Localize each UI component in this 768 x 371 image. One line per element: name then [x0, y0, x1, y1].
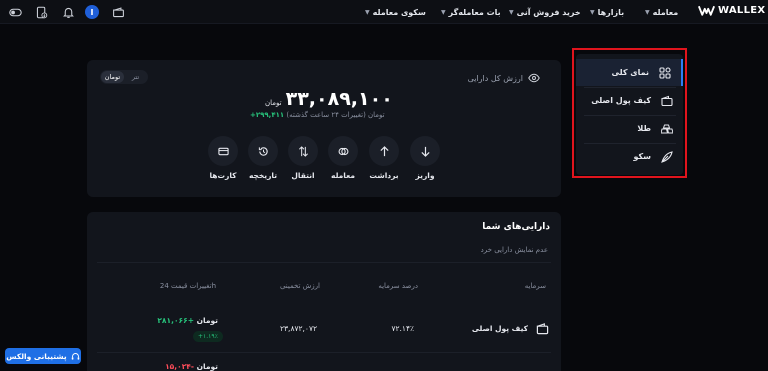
top-bar: I ▼ معامله ▼ بازارها ▼ خرید فروش آنی ▼ ب… — [0, 0, 768, 24]
side-item-label: سکو — [633, 152, 651, 161]
arrow-up-icon — [379, 145, 389, 156]
history-label: تاریخچه — [248, 171, 278, 180]
asset-name: کیف پول اصلی — [471, 324, 528, 333]
trade-icon — [338, 147, 348, 155]
arrow-down-icon — [420, 146, 430, 157]
theme-toggle-icon[interactable] — [8, 5, 22, 19]
side-item-overview[interactable]: نمای کلی — [576, 59, 683, 86]
side-item-label: طلا — [637, 124, 651, 133]
change-unit: تومان — [196, 362, 218, 371]
total-asset-header: ارزش کل دارایی — [468, 73, 540, 83]
nav-label: بازارها — [597, 7, 625, 17]
nav-instant-buy-sell[interactable]: ▼ خرید فروش آنی — [509, 0, 581, 24]
withdraw-label: برداشت — [369, 171, 399, 180]
history-button[interactable]: تاریخچه — [246, 136, 280, 180]
chevron-down-icon: ▼ — [590, 8, 595, 16]
chevron-down-icon: ▼ — [365, 8, 370, 16]
brand-name: WALLEX — [718, 5, 766, 16]
withdraw-button[interactable]: برداشت — [367, 136, 401, 180]
currency-option-toman[interactable]: تومان — [101, 71, 124, 83]
wallet-icon[interactable] — [111, 5, 125, 19]
support-button[interactable]: پشتیبانی والکس — [5, 348, 81, 364]
leaf-icon — [661, 150, 673, 163]
chevron-down-icon: ▼ — [645, 8, 650, 16]
card-icon — [217, 147, 229, 155]
nav-label: معامله — [652, 7, 679, 17]
wallex-logo-icon — [698, 5, 715, 16]
currency-option-tether[interactable]: تتر — [124, 71, 147, 83]
asset-change-partial: تومان -۱۵,۰۲۴ — [165, 362, 218, 371]
side-item-gold[interactable]: طلا — [576, 115, 683, 142]
notification-bell-icon[interactable] — [61, 5, 75, 19]
side-item-label: نمای کلی — [611, 68, 650, 77]
currency-toggle[interactable]: تومان تتر — [100, 70, 148, 84]
history-icon — [258, 146, 268, 156]
side-menu: نمای کلی کیف پول اصلی طلا سکو — [576, 54, 683, 175]
nav-trade[interactable]: ▼ معامله — [645, 0, 678, 24]
deposit-button[interactable]: واریز — [408, 136, 442, 180]
transfer-icon — [298, 145, 308, 157]
total-asset-label: ارزش کل دارایی — [467, 73, 523, 83]
eye-icon[interactable] — [528, 73, 540, 83]
wallet-icon — [536, 323, 549, 335]
deposit-label: واریز — [415, 171, 435, 180]
transfer-button[interactable]: انتقال — [286, 136, 320, 180]
column-header-asset: سرمایه — [524, 282, 546, 290]
user-avatar[interactable]: I — [85, 5, 99, 19]
total-balance: تومان ۳۳,۰۸۹,۱۰۰ — [265, 88, 393, 110]
headset-icon — [71, 352, 79, 360]
asset-estimated-value: ۲۳,۸۷۲,۰۷۲ — [280, 324, 317, 333]
nav-trading-platform[interactable]: ▼ سکوی معامله — [365, 0, 426, 24]
column-header-price-change: تغییرات قیمت 24h — [159, 282, 216, 290]
transfer-label: انتقال — [291, 171, 315, 180]
asset-change: تومان +۲۸۱,۰۶۶ — [157, 316, 218, 325]
chevron-down-icon: ▼ — [441, 8, 446, 16]
change-value: +۲۸۱,۰۶۶ — [157, 316, 194, 325]
gold-bars-icon — [661, 124, 673, 133]
wallex-logo[interactable]: WALLEX — [698, 4, 765, 17]
wallet-icon — [661, 95, 673, 106]
support-label: پشتیبانی والکس — [6, 351, 67, 361]
balance-unit: تومان — [265, 99, 282, 107]
change-value: -۱۵,۰۲۴ — [165, 362, 194, 371]
divider — [97, 352, 551, 353]
assets-title: دارایی‌های شما — [482, 222, 550, 232]
nav-label: خرید فروش آنی — [516, 7, 581, 17]
balance-change: +۲۹۹,۴۱۱ تومان (تغییرات ۲۴ ساعت گذشته) — [250, 111, 385, 119]
trade-label: معامله — [331, 171, 355, 180]
side-item-label: کیف پول اصلی — [591, 96, 651, 105]
balance-value: ۳۳,۰۸۹,۱۰۰ — [285, 88, 393, 110]
cards-button[interactable]: کارت‌ها — [206, 136, 240, 180]
nav-trading-bot[interactable]: ▼ بات معامله‌گر — [441, 0, 501, 24]
change-value: +۲۹۹,۴۱۱ — [250, 111, 285, 119]
column-header-estimated-value: ارزش تخمینی — [279, 282, 320, 290]
download-app-icon[interactable] — [34, 5, 48, 19]
divider — [97, 262, 551, 263]
hide-small-assets-toggle[interactable]: عدم نمایش دارایی خرد — [481, 246, 548, 254]
nav-markets[interactable]: ▼ بازارها — [590, 0, 624, 24]
cards-label: کارت‌ها — [209, 171, 237, 180]
nav-label: بات معامله‌گر — [448, 7, 501, 17]
column-header-percent: درصد سرمایه — [378, 282, 418, 290]
change-unit: تومان — [196, 316, 218, 325]
change-text: تومان (تغییرات ۲۴ ساعت گذشته) — [286, 111, 385, 119]
trade-button[interactable]: معامله — [326, 136, 360, 180]
side-item-platform[interactable]: سکو — [576, 143, 683, 170]
asset-percent: ۷۲.۱۴٪ — [391, 324, 414, 333]
nav-label: سکوی معامله — [372, 7, 426, 17]
chevron-down-icon: ▼ — [509, 8, 514, 16]
change-percent-badge: +۱.۱۹٪ — [193, 331, 223, 342]
assets-card — [87, 212, 561, 371]
side-item-main-wallet[interactable]: کیف پول اصلی — [576, 87, 683, 114]
dashboard-icon — [659, 66, 671, 79]
